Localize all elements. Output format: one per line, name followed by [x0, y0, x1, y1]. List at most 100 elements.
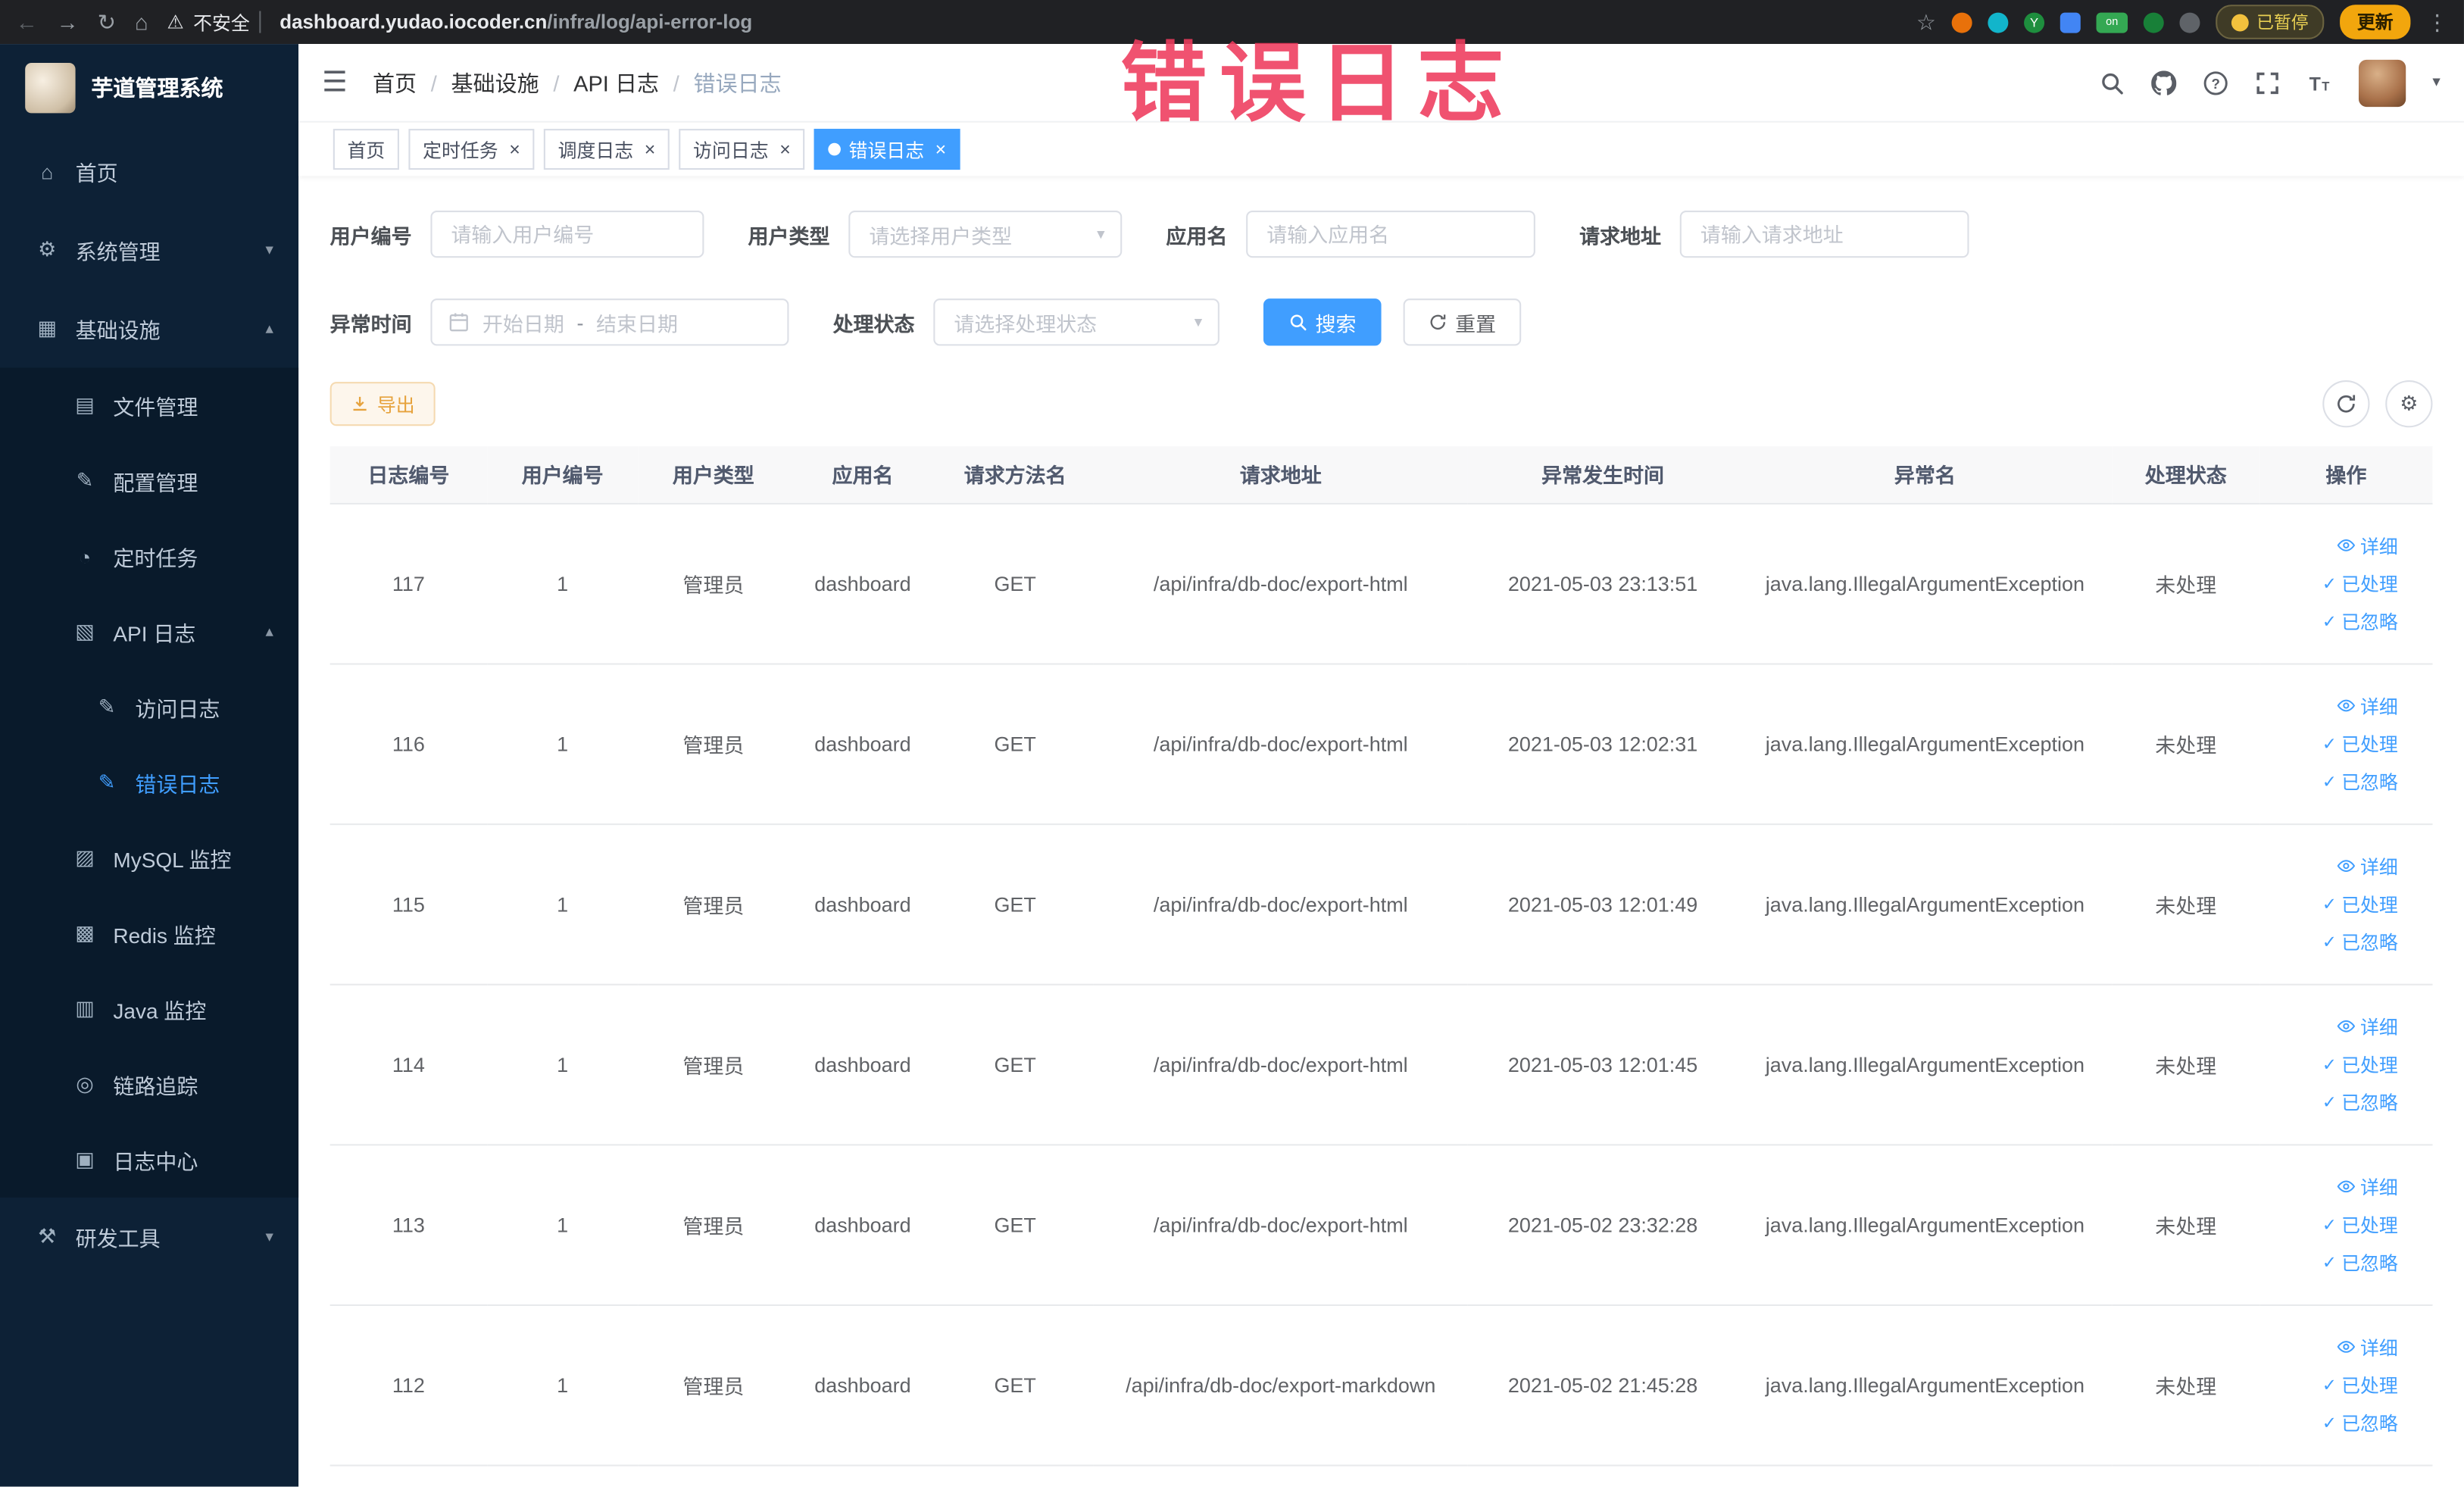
request-url-input[interactable]	[1679, 210, 1969, 258]
mark-ignored-link[interactable]: ✓ 已忽略	[2322, 1409, 2398, 1435]
mark-processed-link[interactable]: ✓ 已处理	[2322, 890, 2398, 917]
breadcrumb-item[interactable]: 基础设施	[451, 67, 539, 98]
browser-menu-icon[interactable]: ⋮	[2426, 11, 2448, 33]
app-name-input[interactable]	[1246, 210, 1535, 258]
mark-ignored-link[interactable]: ✓ 已忽略	[2322, 767, 2398, 794]
mark-ignored-link[interactable]: ✓ 已忽略	[2322, 928, 2398, 954]
extension-icon[interactable]: Y	[2024, 11, 2045, 33]
github-icon[interactable]	[2151, 70, 2176, 95]
tab-access-log[interactable]: 访问日志 ×	[679, 129, 805, 170]
app-logo[interactable]: 芋道管理系统	[0, 44, 298, 132]
sidebar-item-mysql-monitor[interactable]: ▨ MySQL 监控	[0, 820, 298, 896]
mark-processed-link[interactable]: ✓ 已处理	[2322, 730, 2398, 757]
search-icon[interactable]	[2100, 70, 2125, 95]
fullscreen-icon[interactable]	[2255, 70, 2280, 95]
breadcrumb-item[interactable]: API 日志	[573, 67, 659, 98]
mark-ignored-link[interactable]: ✓ 已忽略	[2322, 1248, 2398, 1275]
help-icon[interactable]	[2203, 70, 2228, 95]
cell-method: GET	[936, 983, 1094, 1145]
mark-ignored-link[interactable]: ✓ 已忽略	[2322, 608, 2398, 634]
hamburger-icon[interactable]: ☰	[322, 66, 347, 99]
export-button[interactable]: 导出	[329, 382, 436, 426]
cell-url: /api/infra/db-doc/export-markdown	[1093, 1304, 1468, 1466]
screenshot-root: ← → ↻ ⌂ ⚠ 不安全 dashboard.yudao.iocoder.cn…	[0, 0, 2464, 1487]
column-settings-button[interactable]: ⚙	[2385, 380, 2433, 428]
mark-processed-link[interactable]: ✓ 已处理	[2322, 1371, 2398, 1398]
detail-link[interactable]: 详细	[2337, 852, 2398, 879]
sidebar-item-access-log[interactable]: ✎ 访问日志	[0, 670, 298, 745]
detail-link[interactable]: 详细	[2337, 692, 2398, 719]
detail-link-label: 详细	[2360, 855, 2398, 878]
ignored-link-label: 已忽略	[2341, 1251, 2398, 1274]
close-icon[interactable]: ×	[509, 139, 520, 161]
tab-home[interactable]: 首页	[333, 129, 399, 170]
mark-ignored-link[interactable]: ✓ 已忽略	[2322, 1089, 2398, 1115]
bookmark-star-icon[interactable]: ☆	[1916, 11, 1936, 33]
reload-icon[interactable]: ↻	[98, 11, 116, 33]
sidebar-item-log-center[interactable]: ▣ 日志中心	[0, 1122, 298, 1198]
reset-button[interactable]: 重置	[1403, 298, 1522, 346]
sidebar-item-home[interactable]: ⌂ 首页	[0, 132, 298, 211]
detail-link[interactable]: 详细	[2337, 1333, 2398, 1360]
tab-label: 调度日志	[557, 139, 634, 161]
user-type-select[interactable]: 请选择用户类型 ▾	[848, 210, 1123, 258]
avatar-caret-icon[interactable]: ▾	[2432, 74, 2440, 92]
sidebar-item-file-management[interactable]: ▤ 文件管理	[0, 367, 298, 443]
detail-link-label: 详细	[2360, 1336, 2398, 1359]
close-icon[interactable]: ×	[935, 139, 947, 161]
address-bar[interactable]: dashboard.yudao.iocoder.cn/infra/log/api…	[280, 11, 1897, 33]
update-button[interactable]: 更新	[2340, 5, 2411, 39]
extension-icon[interactable]	[1988, 11, 2009, 33]
cell-user-id: 1	[487, 983, 639, 1145]
check-icon: ✓	[2322, 932, 2337, 952]
breadcrumb-item[interactable]: 首页	[373, 67, 417, 98]
forward-icon[interactable]: →	[57, 11, 79, 33]
extension-icon[interactable]	[1951, 11, 1972, 33]
tab-scheduled-tasks[interactable]: 定时任务 ×	[408, 129, 535, 170]
sidebar-item-system-management[interactable]: ⚙ 系统管理 ▾	[0, 211, 298, 289]
sidebar-item-config-management[interactable]: ✎ 配置管理	[0, 443, 298, 519]
process-status-select[interactable]: 请选择处理状态 ▾	[933, 298, 1220, 346]
search-button[interactable]: 搜索	[1263, 298, 1382, 346]
mark-processed-link[interactable]: ✓ 已处理	[2322, 1051, 2398, 1077]
close-icon[interactable]: ×	[645, 139, 656, 161]
extension-on-badge[interactable]: on	[2096, 11, 2128, 33]
check-icon: ✓	[2322, 734, 2337, 754]
sidebar-item-tracing[interactable]: ◎ 链路追踪	[0, 1047, 298, 1123]
security-indicator[interactable]: ⚠ 不安全	[167, 8, 261, 35]
mark-processed-link[interactable]: ✓ 已处理	[2322, 570, 2398, 596]
detail-link[interactable]: 详细	[2337, 532, 2398, 558]
tab-dispatch-log[interactable]: 调度日志 ×	[543, 129, 670, 170]
paused-badge[interactable]: 已暂停	[2216, 5, 2325, 39]
home-button-icon[interactable]: ⌂	[135, 11, 148, 33]
sidebar-item-label: 系统管理	[75, 240, 161, 264]
refresh-list-button[interactable]	[2322, 380, 2370, 428]
detail-link-label: 详细	[2360, 535, 2398, 558]
logo-image	[25, 62, 76, 114]
user-avatar[interactable]	[2358, 58, 2406, 107]
table-row: 116 1 管理员 dashboard GET /api/infra/db-do…	[329, 663, 2433, 825]
exception-time-range-picker[interactable]: 开始日期 - 结束日期	[430, 298, 789, 346]
sidebar-item-scheduled-tasks[interactable]: ◔ 定时任务	[0, 519, 298, 595]
sidebar-item-java-monitor[interactable]: ▥ Java 监控	[0, 971, 298, 1047]
sidebar-item-infrastructure[interactable]: ▦ 基础设施 ▴	[0, 289, 298, 368]
tab-error-log[interactable]: 错误日志 ×	[814, 129, 960, 170]
user-id-input[interactable]	[430, 210, 704, 258]
sidebar-item-error-log[interactable]: ✎ 错误日志	[0, 745, 298, 820]
table-header-row: 日志编号 用户编号 用户类型 应用名 请求方法名 请求地址 异常发生时间 异常名…	[329, 446, 2433, 504]
cell-method: GET	[936, 1304, 1094, 1466]
back-icon[interactable]: ←	[16, 11, 38, 33]
cell-time: 2021-05-03 12:01:49	[1467, 823, 1738, 985]
extension-icon[interactable]	[2143, 11, 2164, 33]
close-icon[interactable]: ×	[779, 139, 791, 161]
extension-icon[interactable]	[2060, 11, 2081, 33]
sidebar-item-redis-monitor[interactable]: ▩ Redis 监控	[0, 896, 298, 972]
sidebar-item-dev-tools[interactable]: ⚒ 研发工具 ▾	[0, 1198, 298, 1276]
extension-icon[interactable]	[2179, 11, 2200, 33]
sidebar-item-api-logs[interactable]: ▧ API 日志 ▴	[0, 594, 298, 670]
detail-link[interactable]: 详细	[2337, 1013, 2398, 1039]
detail-link[interactable]: 详细	[2337, 1173, 2398, 1200]
mark-processed-link[interactable]: ✓ 已处理	[2322, 1211, 2398, 1237]
font-size-icon[interactable]	[2306, 70, 2331, 95]
cell-time: 2021-05-02 23:32:28	[1467, 1144, 1738, 1305]
